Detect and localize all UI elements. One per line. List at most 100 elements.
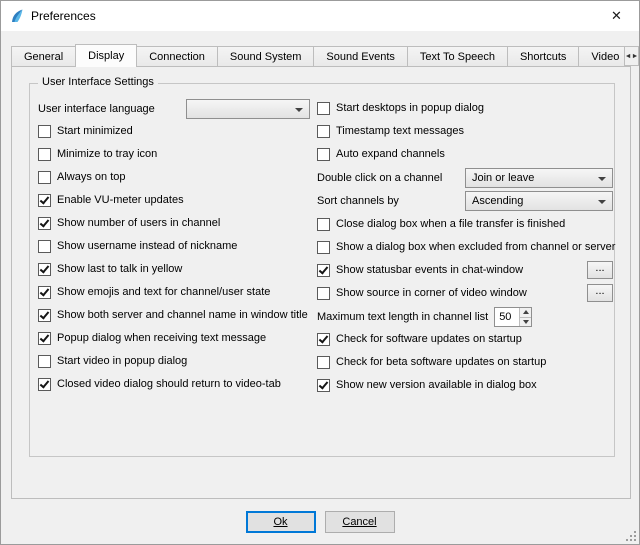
cancel-button-label: Cancel — [342, 516, 376, 528]
checkbox-box[interactable] — [38, 194, 51, 207]
checkbox-box[interactable] — [317, 218, 330, 231]
checkbox-auto-expand-channels[interactable]: Auto expand channels — [317, 145, 613, 163]
left-column: User interface language Start minimized … — [38, 99, 310, 398]
checkbox-vu-meter[interactable]: Enable VU-meter updates — [38, 191, 310, 209]
statusbar-events-config-button[interactable]: ... — [587, 261, 613, 279]
tab-shortcuts[interactable]: Shortcuts — [507, 46, 579, 66]
tab-label: Video — [591, 51, 619, 63]
close-button[interactable]: ✕ — [594, 1, 639, 31]
checkbox-box[interactable] — [317, 356, 330, 369]
sort-channels-select[interactable]: Ascending — [465, 191, 613, 211]
checkbox-box[interactable] — [38, 125, 51, 138]
checkbox-box[interactable] — [38, 355, 51, 368]
checkbox-check-updates[interactable]: Check for software updates on startup — [317, 330, 613, 348]
checkbox-emojis-text-state[interactable]: Show emojis and text for channel/user st… — [38, 283, 310, 301]
checkbox-box[interactable] — [317, 379, 330, 392]
ellipsis-label: ... — [595, 262, 604, 274]
video-source-row: Show source in corner of video window ..… — [317, 284, 613, 302]
language-select[interactable] — [186, 99, 310, 119]
checkbox-label: Show number of users in channel — [57, 217, 220, 229]
sort-channels-row: Sort channels by Ascending — [317, 191, 613, 211]
spinner-up-button[interactable] — [520, 308, 531, 318]
checkbox-box[interactable] — [38, 171, 51, 184]
checkbox-box[interactable] — [38, 263, 51, 276]
checkbox-popup-text-message[interactable]: Popup dialog when receiving text message — [38, 329, 310, 347]
ok-button[interactable]: Ok — [246, 511, 316, 533]
tab-text-to-speech[interactable]: Text To Speech — [407, 46, 508, 66]
checkbox-box[interactable] — [317, 241, 330, 254]
checkbox-excluded-dialog[interactable]: Show a dialog box when excluded from cha… — [317, 238, 613, 256]
checkbox-username-instead-nickname[interactable]: Show username instead of nickname — [38, 237, 310, 255]
checkbox-box[interactable] — [38, 332, 51, 345]
checkbox-close-file-transfer[interactable]: Close dialog box when a file transfer is… — [317, 215, 613, 233]
checkbox-label: Popup dialog when receiving text message — [57, 332, 266, 344]
checkbox-minimize-to-tray[interactable]: Minimize to tray icon — [38, 145, 310, 163]
double-click-value: Join or leave — [472, 172, 534, 184]
checkbox-new-version-dialog[interactable]: Show new version available in dialog box — [317, 376, 613, 394]
checkbox-box[interactable] — [317, 148, 330, 161]
checkbox-box[interactable] — [317, 264, 330, 277]
sort-channels-value: Ascending — [472, 195, 523, 207]
tab-general[interactable]: General — [11, 46, 76, 66]
max-text-length-spinner[interactable]: 50 — [494, 307, 532, 327]
tab-bar: General Display Connection Sound System … — [11, 44, 631, 66]
checkbox-label: Show a dialog box when excluded from cha… — [336, 241, 615, 253]
checkbox-label: Timestamp text messages — [336, 125, 464, 137]
double-click-label: Double click on a channel — [317, 172, 442, 184]
tab-scroll-buttons[interactable]: ◄► — [624, 46, 639, 66]
chevron-down-icon — [523, 320, 529, 324]
cancel-button[interactable]: Cancel — [325, 511, 395, 533]
checkbox-box[interactable] — [38, 217, 51, 230]
spinner-buttons — [519, 308, 531, 326]
checkbox-server-channel-window-title[interactable]: Show both server and channel name in win… — [38, 306, 310, 324]
checkbox-timestamp-messages[interactable]: Timestamp text messages — [317, 122, 613, 140]
video-source-config-button[interactable]: ... — [587, 284, 613, 302]
checkbox-label: Start video in popup dialog — [57, 355, 187, 367]
checkbox-label: Start minimized — [57, 125, 133, 137]
tab-label: Sound Events — [326, 51, 395, 63]
checkbox-check-beta-updates[interactable]: Check for beta software updates on start… — [317, 353, 613, 371]
spinner-value: 50 — [495, 308, 519, 326]
checkbox-show-user-count[interactable]: Show number of users in channel — [38, 214, 310, 232]
checkbox-closed-video-return[interactable]: Closed video dialog should return to vid… — [38, 375, 310, 393]
checkbox-box[interactable] — [38, 148, 51, 161]
statusbar-events-row: Show statusbar events in chat-window ... — [317, 261, 613, 279]
spinner-down-button[interactable] — [520, 318, 531, 327]
checkbox-label: Show emojis and text for channel/user st… — [57, 286, 270, 298]
sort-channels-label: Sort channels by — [317, 195, 399, 207]
checkbox-box[interactable] — [38, 309, 51, 322]
display-tab-pane: User Interface Settings User interface l… — [11, 66, 631, 499]
right-column: Start desktops in popup dialog Timestamp… — [317, 99, 613, 399]
checkbox-label: Start desktops in popup dialog — [336, 102, 484, 114]
checkbox-box[interactable] — [317, 287, 330, 300]
checkbox-label: Enable VU-meter updates — [57, 194, 184, 206]
checkbox-box[interactable] — [317, 125, 330, 138]
checkbox-label: Closed video dialog should return to vid… — [57, 378, 281, 390]
double-click-select[interactable]: Join or leave — [465, 168, 613, 188]
checkbox-box[interactable] — [317, 333, 330, 346]
checkbox-start-minimized[interactable]: Start minimized — [38, 122, 310, 140]
checkbox-label: Show username instead of nickname — [57, 240, 237, 252]
checkbox-box[interactable] — [38, 240, 51, 253]
checkbox-label: Show statusbar events in chat-window — [336, 264, 523, 276]
resize-grip[interactable] — [625, 530, 637, 542]
checkbox-box[interactable] — [317, 102, 330, 115]
checkbox-last-to-talk-yellow[interactable]: Show last to talk in yellow — [38, 260, 310, 278]
chevron-up-icon — [523, 310, 529, 314]
checkbox-video-popup[interactable]: Start video in popup dialog — [38, 352, 310, 370]
close-icon: ✕ — [611, 8, 622, 24]
checkbox-start-desktops-popup[interactable]: Start desktops in popup dialog — [317, 99, 613, 117]
language-label: User interface language — [38, 103, 155, 115]
checkbox-label: Show last to talk in yellow — [57, 263, 182, 275]
checkbox-always-on-top[interactable]: Always on top — [38, 168, 310, 186]
checkbox-label: Always on top — [57, 171, 125, 183]
checkbox-label: Minimize to tray icon — [57, 148, 157, 160]
checkbox-box[interactable] — [38, 286, 51, 299]
tab-display[interactable]: Display — [75, 44, 137, 67]
tab-sound-events[interactable]: Sound Events — [313, 46, 408, 66]
tab-label: Shortcuts — [520, 51, 566, 63]
tab-sound-system[interactable]: Sound System — [217, 46, 315, 66]
checkbox-box[interactable] — [38, 378, 51, 391]
window-title: Preferences — [31, 9, 96, 23]
tab-connection[interactable]: Connection — [136, 46, 218, 66]
